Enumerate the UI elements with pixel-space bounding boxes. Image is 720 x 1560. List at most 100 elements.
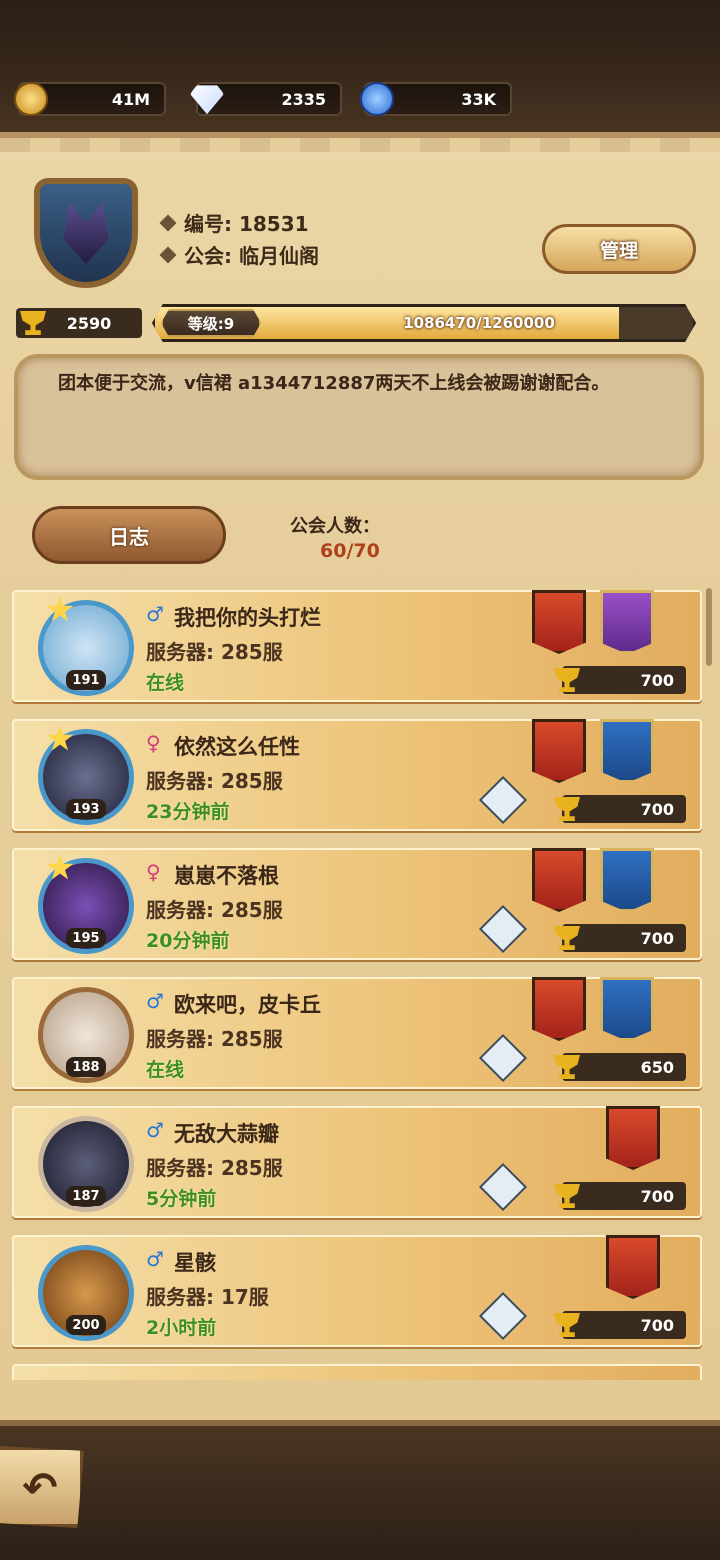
red-banner-icon: [606, 1106, 660, 1170]
member-trophy: 700: [554, 924, 686, 952]
gender-icon: ♂: [146, 989, 164, 1013]
guild-trophy-value: 2590: [66, 313, 112, 333]
guild-name-text: 公会: 临月仙阁: [184, 244, 319, 268]
member-level: 191: [66, 670, 106, 690]
top-bar: [0, 0, 720, 140]
guild-id-text: 编号: 18531: [184, 212, 309, 236]
member-trophy-value: 700: [640, 670, 674, 690]
member-row[interactable]: 187 ♂ 无敌大蒜瓣 服务器: 285服 5分钟前 700: [12, 1106, 702, 1218]
trophy-icon: [554, 1184, 580, 1208]
xp-text: 1086470/1260000: [403, 314, 555, 332]
crossed-swords-icon: [478, 1162, 528, 1212]
red-banner-icon: [606, 1235, 660, 1299]
blue-banner-icon: [600, 719, 654, 783]
member-status: 在线: [146, 672, 185, 694]
member-count-value: 60/70: [320, 540, 380, 562]
dust-value: 33K: [461, 89, 496, 109]
member-level: 187: [66, 1186, 106, 1206]
member-level: 195: [66, 928, 106, 948]
member-trophy-value: 650: [640, 1057, 674, 1077]
member-server: 服务器: 285服: [146, 898, 283, 922]
member-status: 在线: [146, 1059, 185, 1081]
trophy-icon: [554, 797, 580, 821]
resource-bar: 41M 2335 33K: [0, 82, 720, 118]
gold-value: 41M: [111, 89, 150, 109]
guild-name: 公会: 临月仙阁: [159, 240, 319, 269]
member-server: 服务器: 285服: [146, 769, 283, 793]
gender-icon: ♂: [146, 602, 164, 626]
back-arrow-icon: ↶: [22, 1462, 58, 1512]
member-row[interactable]: 200 ♂ 星骸 服务器: 17服 2小时前 700: [12, 1235, 702, 1347]
guild-level-text: 等级:9: [187, 314, 235, 333]
red-banner-icon: [532, 590, 586, 654]
trophy-icon: [20, 311, 46, 335]
member-row[interactable]: 195 ♀ 崽崽不落根服务器: 285服 20分钟前 700: [12, 848, 702, 960]
purple-banner-icon: [600, 590, 654, 654]
member-name: 依然这么任性: [174, 735, 300, 759]
member-name: 欧来吧，皮卡丘: [174, 993, 321, 1017]
log-button[interactable]: 日志: [32, 506, 226, 564]
member-status: 20分钟前: [146, 930, 230, 952]
member-trophy: 700: [554, 1311, 686, 1339]
member-level: 188: [66, 1057, 106, 1077]
member-name: 无敌大蒜瓣: [174, 1122, 279, 1146]
trophy-icon: [554, 668, 580, 692]
guild-notice: 团本便于交流，v信裙 a1344712887两天不上线会被踢谢谢配合。: [14, 354, 704, 480]
bullet-icon: [159, 214, 177, 231]
guild-level: 等级:9: [161, 309, 261, 337]
member-status: 5分钟前: [146, 1188, 217, 1210]
crossed-swords-icon: [478, 1291, 528, 1341]
member-server: 服务器: 285服: [146, 1156, 283, 1180]
member-trophy: 650: [554, 1053, 686, 1081]
guild-notice-text: 团本便于交流，v信裙 a1344712887两天不上线会被踢谢谢配合。: [58, 373, 610, 394]
bullet-icon: [159, 246, 177, 263]
member-row[interactable]: 188 ♂ 欧来吧，皮卡丘服务器: 285服 在线 650: [12, 977, 702, 1089]
member-list[interactable]: 191 ♂ 我把你的头打烂 服务器: 285服 在线 700 193 ♀ 依然这么任性 服务器: …: [12, 590, 702, 1380]
list-scrollbar[interactable]: [706, 588, 712, 666]
manage-label: 管理: [599, 239, 638, 262]
crossed-swords-icon: [478, 775, 528, 825]
bottom-bar: [0, 1420, 720, 1560]
guild-level-bar: 等级:9 1086470/1260000: [152, 304, 696, 342]
manage-button[interactable]: 管理: [542, 224, 696, 274]
member-trophy-value: 700: [640, 1186, 674, 1206]
wolf-emblem-icon: [63, 202, 109, 264]
trophy-icon: [554, 1055, 580, 1079]
crossed-swords-icon: [478, 904, 528, 954]
guild-id: 编号: 18531: [159, 208, 309, 237]
gold-coin-icon: [14, 82, 48, 116]
member-trophy-value: 700: [640, 928, 674, 948]
red-banner-icon: [532, 719, 586, 783]
member-status: 2小时前: [146, 1317, 217, 1339]
back-button[interactable]: ↶: [0, 1446, 84, 1528]
member-status: 23分钟前: [146, 801, 230, 823]
member-row[interactable]: [12, 1364, 702, 1380]
member-level: 200: [66, 1315, 106, 1335]
member-trophy: 700: [554, 666, 686, 694]
crossed-swords-icon: [478, 1033, 528, 1083]
member-trophy-value: 700: [640, 1315, 674, 1335]
red-banner-icon: [532, 977, 586, 1041]
gender-icon: ♀: [146, 731, 161, 755]
member-trophy: 700: [554, 795, 686, 823]
trophy-icon: [554, 926, 580, 950]
member-name: 我把你的头打烂: [174, 606, 321, 630]
trophy-icon: [554, 1313, 580, 1337]
gender-icon: ♀: [146, 860, 161, 884]
blue-banner-icon: [600, 977, 654, 1041]
log-label: 日志: [109, 524, 149, 549]
member-trophy: 700: [554, 1182, 686, 1210]
member-row[interactable]: 191 ♂ 我把你的头打烂 服务器: 285服 在线 700: [12, 590, 702, 702]
red-banner-icon: [532, 848, 586, 912]
member-count-label: 公会人数：: [290, 516, 380, 537]
member-trophy-value: 700: [640, 799, 674, 819]
member-name: 星骸: [174, 1251, 216, 1275]
member-name: 崽崽不落根: [174, 864, 279, 888]
blue-banner-icon: [600, 848, 654, 912]
member-row[interactable]: 193 ♀ 依然这么任性 服务器: 285服 23分钟前 700: [12, 719, 702, 831]
guild-trophy-count: 2590: [16, 308, 142, 338]
member-server: 服务器: 285服: [146, 1027, 283, 1051]
magic-dust-icon: [360, 82, 394, 116]
diamond-value: 2335: [281, 89, 326, 109]
member-server: 服务器: 17服: [146, 1285, 269, 1309]
